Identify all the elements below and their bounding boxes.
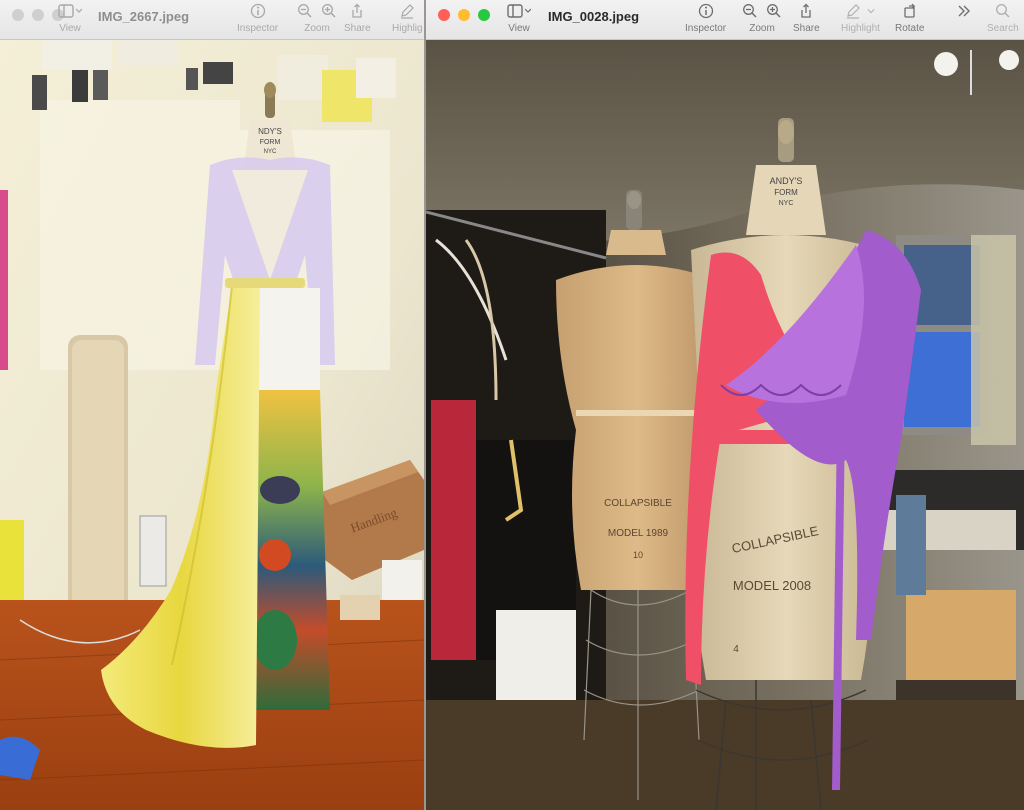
- view-button[interactable]: View: [58, 3, 82, 34]
- minimize-button[interactable]: [458, 9, 470, 21]
- share-icon: [352, 3, 362, 18]
- window-controls: [12, 9, 64, 21]
- dress-form-photo-right: COLLAPSIBLE MODEL 1989 10 ANDY'S FORM NY…: [426, 40, 1024, 810]
- rotate-button[interactable]: Rotate: [895, 3, 924, 34]
- zoom-in-icon: [322, 4, 336, 18]
- rotate-icon: [904, 3, 915, 18]
- inspector-label: Inspector: [685, 23, 727, 34]
- inspector-label: Inspector: [237, 23, 279, 34]
- dress-form-photo-left: Handling NDY'S FORM NYC: [0, 40, 424, 810]
- front-form-size: 4: [733, 644, 739, 655]
- minimize-button[interactable]: [32, 9, 44, 21]
- sidebar-icon: [58, 4, 82, 18]
- toolbar: View IMG_2667.jpeg Inspector Zoom Share …: [0, 0, 424, 40]
- search-icon: [995, 4, 1010, 18]
- chevron-down-icon[interactable]: [867, 3, 876, 19]
- highlight-button[interactable]: Highlight: [841, 3, 880, 34]
- inspector-button[interactable]: Inspector: [237, 3, 278, 34]
- inspector-button[interactable]: Inspector: [685, 3, 726, 34]
- double-chevron-right-icon: [958, 5, 970, 17]
- fullscreen-button[interactable]: [478, 9, 490, 21]
- zoom-out-icon: [743, 4, 757, 18]
- front-form-label-line2: FORM: [774, 188, 798, 197]
- search-button[interactable]: Search: [987, 3, 1019, 34]
- view-label: View: [508, 23, 530, 34]
- zoom-button[interactable]: Zoom: [742, 3, 782, 34]
- form-label-line3: NYC: [264, 149, 277, 155]
- close-button[interactable]: [12, 9, 24, 21]
- zoom-label: Zoom: [749, 23, 775, 34]
- image-canvas[interactable]: COLLAPSIBLE MODEL 1989 10 ANDY'S FORM NY…: [426, 40, 1024, 810]
- window-title: IMG_2667.jpeg: [98, 9, 190, 24]
- share-button[interactable]: Share: [793, 3, 820, 34]
- info-icon: [250, 3, 265, 19]
- view-label: View: [59, 23, 81, 34]
- front-form-label-line1: ANDY'S: [770, 176, 803, 186]
- info-icon: [698, 3, 713, 19]
- zoom-label: Zoom: [304, 23, 330, 34]
- preview-window-right[interactable]: View IMG_0028.jpeg Inspector Zoom Share …: [426, 0, 1024, 810]
- rotate-label: Rotate: [895, 23, 925, 34]
- back-form-model: MODEL 1989: [608, 528, 669, 539]
- back-form-brand: COLLAPSIBLE: [604, 498, 672, 509]
- sidebar-icon: [507, 4, 531, 18]
- view-button[interactable]: View: [507, 3, 531, 34]
- highlight-button[interactable]: Highlig: [392, 3, 423, 34]
- form-label-line2: FORM: [260, 139, 281, 146]
- window-title: IMG_0028.jpeg: [548, 9, 640, 24]
- front-form-model: MODEL 2008: [733, 578, 811, 593]
- zoom-in-icon: [767, 4, 781, 18]
- pen-icon: [847, 4, 861, 19]
- preview-window-left[interactable]: View IMG_2667.jpeg Inspector Zoom Share …: [0, 0, 424, 810]
- search-label: Search: [987, 23, 1019, 34]
- close-button[interactable]: [438, 9, 450, 21]
- highlight-label: Highlig: [392, 23, 423, 34]
- back-form-size: 10: [633, 550, 643, 560]
- share-label: Share: [793, 23, 820, 34]
- more-toolbar-items-button[interactable]: [956, 3, 972, 19]
- zoom-button[interactable]: Zoom: [297, 3, 337, 34]
- front-form-label-line3: NYC: [779, 200, 794, 207]
- share-label: Share: [344, 23, 371, 34]
- share-button[interactable]: Share: [344, 3, 371, 34]
- share-icon: [801, 3, 811, 18]
- window-controls: [438, 9, 490, 21]
- image-canvas[interactable]: Handling NDY'S FORM NYC: [0, 40, 424, 810]
- highlight-label: Highlight: [841, 23, 880, 34]
- pen-icon: [401, 4, 415, 19]
- toolbar: View IMG_0028.jpeg Inspector Zoom Share …: [426, 0, 1024, 40]
- form-label-line1: NDY'S: [258, 127, 282, 136]
- zoom-out-icon: [298, 4, 312, 18]
